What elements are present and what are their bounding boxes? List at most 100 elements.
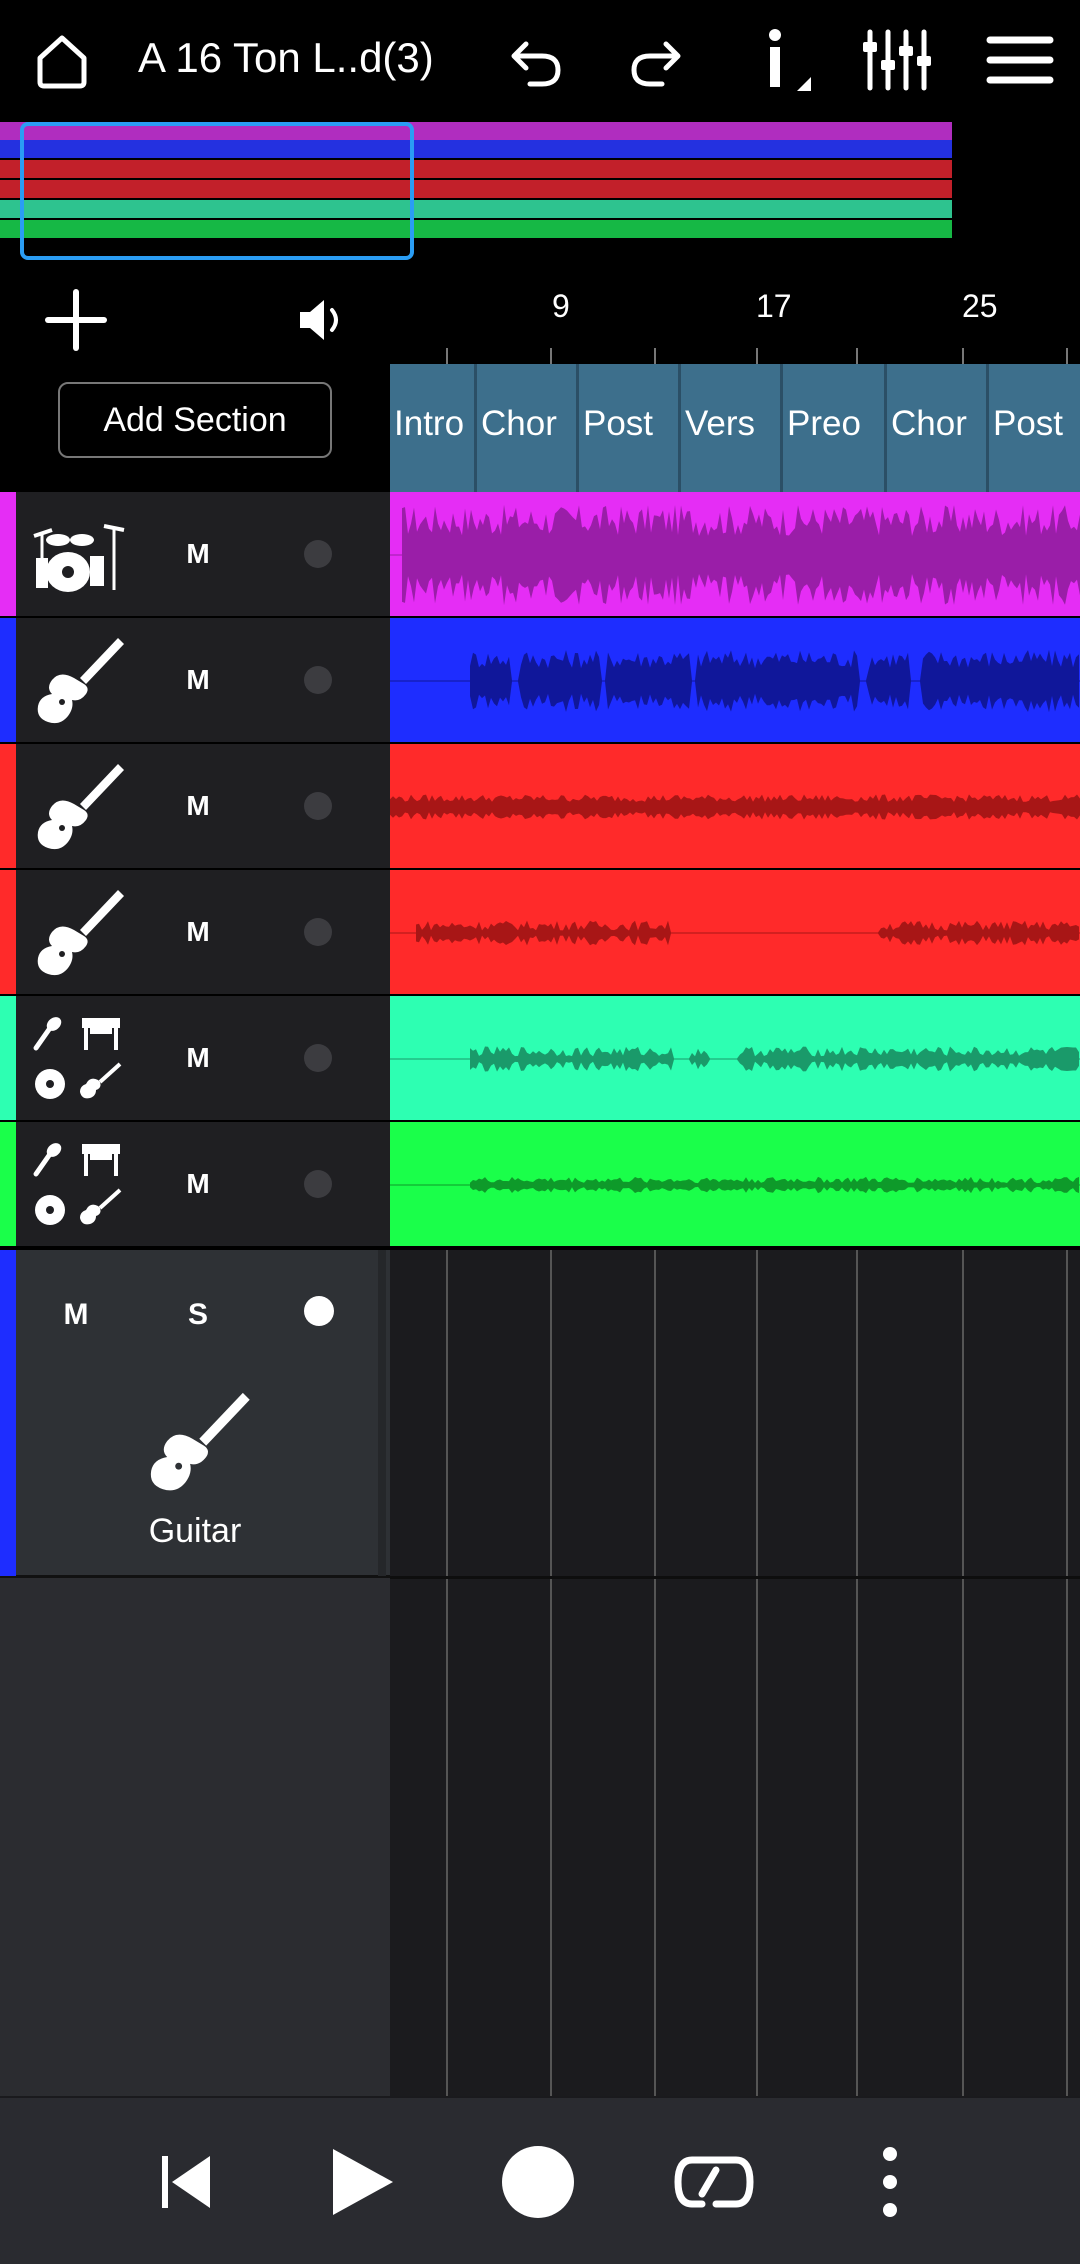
add-section-button[interactable]: Add Section [58,382,332,458]
multi-instrument-icon[interactable] [30,1010,126,1106]
track-color-bar [0,492,16,616]
solo-button[interactable]: S [168,1290,228,1340]
arrangement-grid[interactable] [390,1250,1080,2096]
waveform [390,1176,1080,1194]
section-block[interactable]: Vers [678,364,780,492]
track-lane[interactable] [390,1122,1080,1248]
mute-button[interactable]: M [176,1160,220,1208]
multi-instrument-icon[interactable] [30,1136,126,1232]
section-label: Vers [685,404,756,443]
track-header[interactable]: M [0,996,390,1122]
mute-button[interactable]: M [176,1034,220,1082]
waveform [390,794,1080,820]
section-block[interactable]: Post [576,364,678,492]
section-block[interactable]: Chor [884,364,986,492]
ruler-tick [654,348,656,364]
grid-line [550,1250,552,2096]
track-header[interactable]: M [0,1122,390,1248]
grid-line [856,1250,858,2096]
song-title[interactable]: A 16 Ton L..d(3) [138,28,434,88]
skip-to-start-icon [162,2156,210,2208]
drums-icon[interactable] [30,506,126,602]
record-arm-button[interactable] [304,540,332,568]
record-arm-button[interactable] [304,1296,334,1326]
track-lane[interactable] [390,744,1080,870]
plus-icon[interactable] [40,284,112,356]
mute-button[interactable]: M [176,530,220,578]
record-arm-button[interactable] [304,1170,332,1198]
section-label: Chor [481,404,557,443]
menu-icon [986,36,1054,84]
mute-button[interactable]: M [176,656,220,704]
track-lane[interactable] [390,618,1080,744]
ruler-tick [756,348,758,364]
bar-number: 25 [962,288,998,324]
track-separator [390,1576,1080,1579]
undo-icon [511,41,561,87]
guitar-icon[interactable] [30,632,126,728]
track-lane[interactable] [390,492,1080,618]
track-name[interactable]: Guitar [0,1512,390,1551]
track-header[interactable]: M [0,744,390,870]
redo-icon [631,41,681,87]
guitar-icon [150,1392,250,1491]
track-header[interactable]: M [0,618,390,744]
section-label: Post [583,404,654,443]
ruler-tick [1066,348,1068,364]
mixer-icon [863,29,931,91]
grid-line [446,1250,448,2096]
track-header[interactable]: M [0,492,390,618]
track-lane[interactable] [390,996,1080,1122]
section-block[interactable]: Intro [390,364,474,492]
mute-button[interactable]: M [176,908,220,956]
home-button[interactable] [22,20,102,100]
grid-line [1066,1250,1068,2096]
play-button[interactable] [314,2134,410,2230]
grid-line [756,1250,758,2096]
mute-button[interactable]: M [176,782,220,830]
loop-icon [674,2156,754,2208]
section-block[interactable]: Chor [474,364,576,492]
menu-button[interactable] [980,20,1060,100]
home-icon [37,35,87,89]
section-block[interactable]: Preo [780,364,884,492]
ruler-tick [550,348,552,364]
track-lane[interactable] [390,870,1080,996]
record-icon [502,2146,574,2218]
overview-viewport[interactable] [20,122,414,260]
track-header[interactable]: M [0,870,390,996]
mixer-button[interactable] [858,20,938,100]
section-track: Intro Chor Post Vers Preo Chor Post [390,364,1080,492]
track-color-bar [0,1122,16,1246]
waveform [390,1046,1080,1072]
record-arm-button[interactable] [304,666,332,694]
track-list-empty-area [0,1578,390,2096]
guitar-icon[interactable] [30,884,126,980]
skip-to-start-button[interactable] [138,2134,234,2230]
loop-button[interactable] [666,2134,762,2230]
section-block[interactable]: Post [986,364,1080,492]
record-arm-button[interactable] [304,918,332,946]
grid-line [962,1250,964,2096]
undo-button[interactable] [496,20,576,100]
track-color-bar [0,870,16,994]
track-color-bar [0,618,16,742]
redo-button[interactable] [616,20,696,100]
ruler-tick [446,348,448,364]
section-label: Preo [787,404,861,443]
record-arm-button[interactable] [304,792,332,820]
ruler-tick [962,348,964,364]
guitar-icon[interactable] [30,758,126,854]
record-arm-button[interactable] [304,1044,332,1072]
selected-track-header[interactable]: M S Guitar [0,1250,390,1578]
record-button[interactable] [490,2134,586,2230]
speaker-icon[interactable] [296,292,346,348]
mute-button[interactable]: M [46,1290,106,1340]
more-icon [883,2147,897,2217]
waveform [390,649,1080,713]
song-overview[interactable] [0,120,1080,262]
more-options-button[interactable] [842,2134,938,2230]
info-button[interactable] [742,20,822,100]
timeline-ruler[interactable]: 9 17 25 [390,262,1080,364]
grid-line [654,1250,656,2096]
